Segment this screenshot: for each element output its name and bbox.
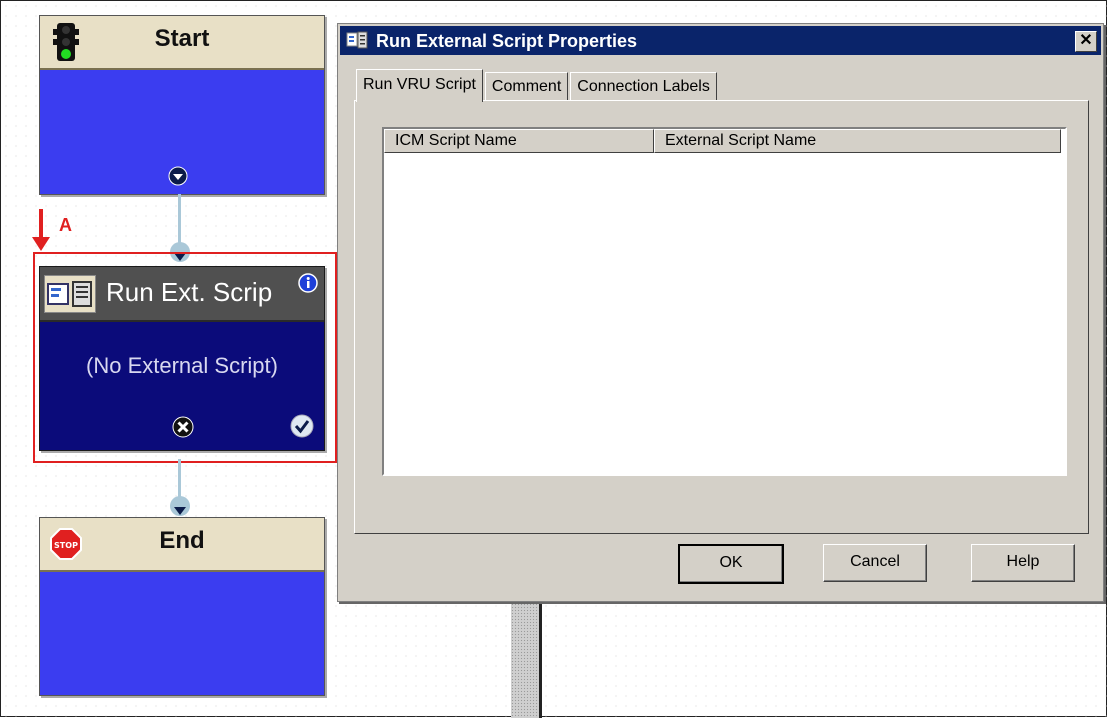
- list-header: ICM Script Name External Script Name: [384, 129, 1065, 153]
- script-list[interactable]: ICM Script Name External Script Name: [382, 127, 1067, 476]
- connection-line[interactable]: [178, 459, 181, 499]
- info-icon[interactable]: [298, 273, 318, 298]
- dialog-title: Run External Script Properties: [376, 31, 638, 51]
- tab-connection-labels[interactable]: Connection Labels: [570, 72, 717, 101]
- connection-line[interactable]: [178, 194, 181, 246]
- start-node-title: Start: [154, 25, 210, 52]
- annotation-label: A: [59, 215, 72, 235]
- input-port-icon[interactable]: [169, 495, 190, 516]
- down-port-icon[interactable]: [168, 166, 188, 186]
- end-node[interactable]: STOP End: [39, 517, 325, 696]
- run-ext-node-title: Run Ext. Scrip: [106, 277, 273, 307]
- cancel-button[interactable]: Cancel: [823, 544, 927, 582]
- properties-dialog: Run External Script Properties ✕ Run VRU…: [337, 23, 1104, 602]
- column-header-external-script-name[interactable]: External Script Name: [654, 129, 1061, 153]
- run-ext-node-body: (No External Script): [40, 322, 324, 450]
- tab-comment[interactable]: Comment: [484, 72, 569, 101]
- pane-splitter[interactable]: [511, 603, 539, 718]
- end-node-body: [40, 572, 324, 695]
- start-node[interactable]: Start: [39, 15, 325, 195]
- run-ext-node-status: (No External Script): [86, 353, 278, 378]
- dialog-app-icon: [346, 31, 368, 50]
- run-ext-node-header: Run Ext. Scrip: [40, 267, 324, 322]
- failure-x-icon[interactable]: [172, 416, 194, 443]
- tab-strip: Run VRU Script Comment Connection Labels: [356, 69, 719, 102]
- tab-panel: ICM Script Name External Script Name: [354, 100, 1089, 534]
- ok-button[interactable]: OK: [678, 544, 784, 584]
- annotation-arrow: [31, 209, 51, 258]
- dialog-titlebar[interactable]: Run External Script Properties ✕: [340, 26, 1101, 55]
- run-ext-script-node[interactable]: Run Ext. Scrip (No External Script): [39, 266, 325, 451]
- success-check-icon[interactable]: [290, 414, 314, 443]
- column-header-icm-script-name[interactable]: ICM Script Name: [384, 129, 654, 153]
- end-node-header: STOP End: [40, 518, 324, 572]
- help-button[interactable]: Help: [971, 544, 1075, 582]
- script-node-icon: [44, 275, 96, 313]
- pane-divider: [539, 601, 542, 718]
- tab-run-vru-script[interactable]: Run VRU Script: [356, 69, 483, 102]
- close-icon[interactable]: ✕: [1075, 31, 1097, 52]
- end-node-title: End: [159, 527, 205, 554]
- start-node-header: Start: [40, 16, 324, 70]
